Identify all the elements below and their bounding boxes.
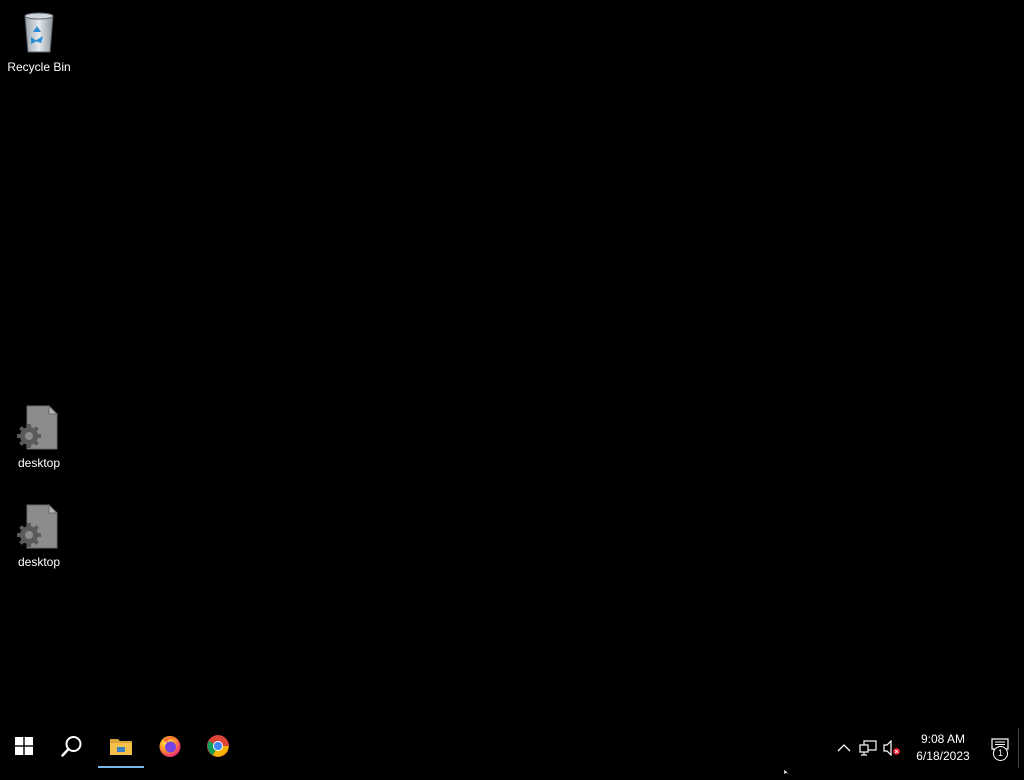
desktop-icon-label: desktop bbox=[17, 555, 61, 569]
search-icon bbox=[61, 735, 83, 762]
settings-file-icon bbox=[15, 404, 63, 452]
volume-muted-icon[interactable] bbox=[880, 728, 904, 768]
firefox-icon bbox=[158, 734, 182, 763]
system-tray: 9:08 AM 6/18/2023 1 bbox=[832, 728, 1024, 768]
desktop-background[interactable]: Recycle Bin desktop desktop bbox=[0, 0, 1024, 728]
desktop-icon-label: desktop bbox=[17, 456, 61, 470]
clock-date: 6/18/2023 bbox=[916, 749, 970, 763]
recycle-bin-icon bbox=[15, 8, 63, 56]
clock-time: 9:08 AM bbox=[920, 732, 966, 746]
action-center-button[interactable]: 1 bbox=[982, 728, 1018, 768]
desktop-icon-desktop-ini-1[interactable]: desktop bbox=[1, 404, 77, 470]
taskbar-file-explorer[interactable] bbox=[96, 728, 146, 768]
desktop-icon-desktop-ini-2[interactable]: desktop bbox=[1, 503, 77, 569]
taskbar: 9:08 AM 6/18/2023 1 bbox=[0, 728, 1024, 768]
network-icon[interactable] bbox=[856, 728, 880, 768]
mouse-cursor-icon bbox=[783, 762, 792, 780]
show-desktop-button[interactable] bbox=[1018, 728, 1024, 768]
taskbar-clock[interactable]: 9:08 AM 6/18/2023 bbox=[910, 728, 976, 768]
taskbar-chrome[interactable] bbox=[194, 728, 242, 768]
desktop-icon-label: Recycle Bin bbox=[7, 60, 71, 74]
chrome-icon bbox=[206, 734, 230, 763]
start-button[interactable] bbox=[0, 728, 48, 768]
chevron-up-icon[interactable] bbox=[832, 728, 856, 768]
taskbar-firefox[interactable] bbox=[146, 728, 194, 768]
notification-count-badge: 1 bbox=[993, 746, 1008, 761]
windows-logo-icon bbox=[15, 736, 33, 760]
folder-icon bbox=[109, 736, 133, 761]
settings-file-icon bbox=[15, 503, 63, 551]
desktop-icon-recycle-bin[interactable]: Recycle Bin bbox=[1, 8, 77, 74]
search-button[interactable] bbox=[48, 728, 96, 768]
